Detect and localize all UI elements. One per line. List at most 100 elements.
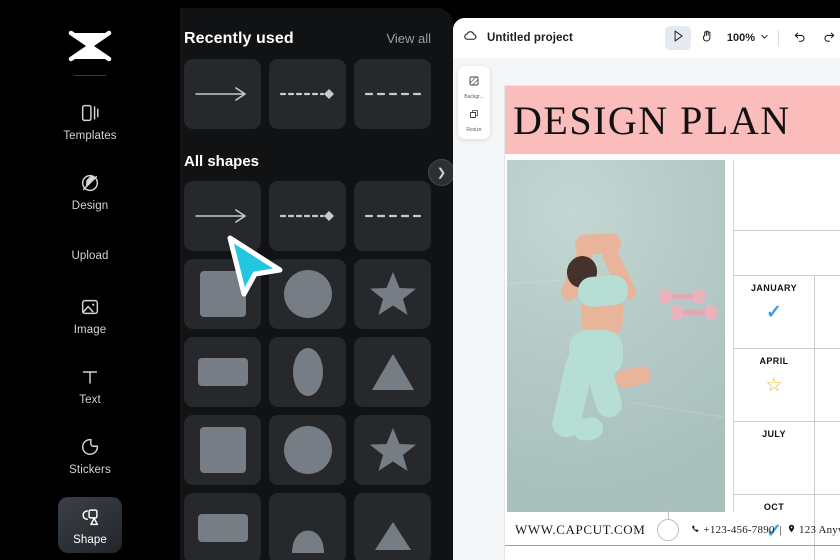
calendar-star-mark: ☆ bbox=[765, 375, 783, 396]
cloud-save-icon bbox=[463, 28, 478, 48]
shape-tile-dashed-line[interactable] bbox=[354, 59, 431, 129]
redo-icon bbox=[822, 29, 836, 48]
undo-icon bbox=[793, 29, 807, 48]
undo-button[interactable] bbox=[787, 26, 813, 50]
footer-separator: | bbox=[779, 524, 783, 536]
footer-address: 123 Anywh bbox=[799, 524, 840, 536]
stickers-icon bbox=[79, 435, 101, 459]
sidebar-item-stickers[interactable]: Stickers bbox=[58, 427, 122, 483]
calendar-cell[interactable]: JULY bbox=[734, 422, 814, 494]
woman-stretching-photo[interactable] bbox=[507, 160, 725, 512]
dashed-line-icon bbox=[364, 92, 421, 96]
hand-tool-button[interactable] bbox=[694, 26, 720, 50]
sidebar-item-text[interactable]: Text bbox=[58, 357, 122, 413]
shape-tile-circle[interactable] bbox=[269, 259, 346, 329]
recently-used-section: ❯ bbox=[184, 59, 453, 186]
capcut-editor-window: Templates Design Upload Image Text Stick… bbox=[0, 0, 840, 560]
recently-used-grid bbox=[184, 59, 453, 129]
design-artboard[interactable]: DESIGN PLAN JANUARY ✓ APRIL ☆ JULY OCT ✓… bbox=[505, 86, 840, 560]
background-icon bbox=[468, 74, 480, 92]
calendar-cell[interactable]: FEB bbox=[814, 276, 840, 348]
footer-website: WWW.CAPCUT.COM bbox=[515, 522, 646, 537]
dashed-line-icon bbox=[364, 214, 421, 218]
arrow-right-icon bbox=[194, 209, 246, 223]
table-row[interactable]: JULY AU bbox=[734, 422, 840, 495]
triangle-shape-icon bbox=[371, 354, 414, 390]
design-banner[interactable]: DESIGN PLAN bbox=[505, 86, 840, 154]
sidebar-item-label: Upload bbox=[71, 250, 109, 262]
calendar-cell[interactable] bbox=[814, 349, 840, 421]
shape-tile-star-2[interactable] bbox=[354, 415, 431, 485]
dashed-diamond-line-icon bbox=[279, 211, 334, 221]
footer-logo-ring bbox=[657, 506, 680, 541]
capcut-logo-icon[interactable] bbox=[62, 26, 118, 65]
figure-sports-bra bbox=[576, 273, 630, 309]
rail-divider bbox=[74, 75, 106, 76]
sidebar-item-design[interactable]: Design bbox=[58, 163, 122, 219]
sidebar-item-shape[interactable]: Shape bbox=[58, 497, 122, 553]
dumbbell-2 bbox=[669, 304, 721, 322]
star-shape-icon bbox=[369, 428, 416, 471]
project-info[interactable]: Untitled project bbox=[463, 28, 573, 48]
editor-topbar: Untitled project 100% bbox=[453, 18, 840, 58]
shape-tile-triangle[interactable] bbox=[354, 337, 431, 407]
sidebar-item-label: Stickers bbox=[69, 464, 111, 476]
view-all-button[interactable]: View all bbox=[386, 31, 431, 46]
calendar-month-label: OCT bbox=[763, 502, 785, 512]
resize-icon bbox=[468, 107, 480, 125]
triangle-shape-icon bbox=[374, 522, 411, 550]
shape-tile-rectangle-2[interactable] bbox=[184, 493, 261, 560]
shape-tile-dashed-arrow-diamond[interactable] bbox=[269, 181, 346, 251]
sidebar-item-label: Shape bbox=[73, 534, 107, 546]
editor-toolbar: 100% bbox=[664, 18, 840, 58]
shape-tile-dome[interactable] bbox=[269, 493, 346, 560]
panel-title: Recently used bbox=[184, 30, 294, 47]
sidebar-item-label: Image bbox=[73, 324, 107, 336]
shape-tile-arrow-line[interactable] bbox=[184, 181, 261, 251]
square-shape-icon bbox=[199, 427, 246, 473]
background-tool-button[interactable]: Backgr... bbox=[459, 71, 489, 102]
shape-tile-dashed-line[interactable] bbox=[354, 181, 431, 251]
select-tool-button[interactable] bbox=[664, 26, 691, 50]
shape-tile-rectangle[interactable] bbox=[184, 337, 261, 407]
shape-tile-square-2[interactable] bbox=[184, 415, 261, 485]
sidebar-item-templates[interactable]: Templates bbox=[58, 93, 122, 149]
sidebar-item-image[interactable]: Image bbox=[58, 287, 122, 343]
shape-tile-star[interactable] bbox=[354, 259, 431, 329]
calendar-cell[interactable]: APRIL ☆ bbox=[734, 349, 814, 421]
redo-button[interactable] bbox=[816, 26, 840, 50]
all-shapes-title: All shapes bbox=[184, 153, 260, 170]
calendar-month-label: JANUARY bbox=[751, 283, 797, 293]
shape-tile-arrow-line[interactable] bbox=[184, 59, 261, 129]
phone-icon bbox=[691, 524, 700, 536]
calendar-cell[interactable]: JANUARY ✓ bbox=[734, 276, 814, 348]
templates-icon bbox=[79, 101, 101, 125]
shape-icon bbox=[79, 505, 101, 529]
table-row[interactable]: JANUARY ✓ FEB bbox=[734, 276, 840, 349]
shape-tile-ellipse[interactable] bbox=[269, 337, 346, 407]
editor-canvas-area: Backgr... Resize DESIGN PLAN JANUARY ✓ A… bbox=[453, 58, 840, 560]
circle-shape-icon bbox=[283, 270, 332, 318]
zoom-level-value[interactable]: 100% bbox=[727, 32, 755, 44]
project-name[interactable]: Untitled project bbox=[487, 32, 573, 44]
resize-tool-button[interactable]: Resize bbox=[459, 104, 489, 135]
shape-tile-circle-2[interactable] bbox=[269, 415, 346, 485]
calendar-blank-row bbox=[734, 160, 840, 231]
sidebar-item-label: Templates bbox=[63, 130, 117, 142]
calendar-cell[interactable]: AU bbox=[814, 422, 840, 494]
sidebar-item-label: Design bbox=[71, 200, 109, 212]
calendar-table[interactable]: JANUARY ✓ FEB APRIL ☆ bbox=[733, 160, 840, 560]
table-row[interactable]: APRIL ☆ bbox=[734, 349, 840, 422]
shape-tile-dashed-arrow-diamond[interactable] bbox=[269, 59, 346, 129]
chevron-down-icon[interactable] bbox=[759, 29, 770, 47]
shape-tile-triangle-2[interactable] bbox=[354, 493, 431, 560]
shape-tile-square[interactable] bbox=[184, 259, 261, 329]
calendar-month-label: JULY bbox=[762, 429, 786, 439]
recently-used-next-button[interactable]: ❯ bbox=[428, 159, 453, 186]
banner-title: DESIGN PLAN bbox=[513, 97, 791, 143]
footer-phone: +123-456-7890 bbox=[703, 524, 775, 536]
dome-shape-icon bbox=[291, 530, 324, 553]
footer-contact: +123-456-7890 | 123 Anywh bbox=[691, 524, 840, 536]
sidebar-item-upload[interactable]: Upload bbox=[58, 233, 122, 273]
shapes-panel-content: Recently used View all ❯ All shapes bbox=[184, 8, 453, 560]
